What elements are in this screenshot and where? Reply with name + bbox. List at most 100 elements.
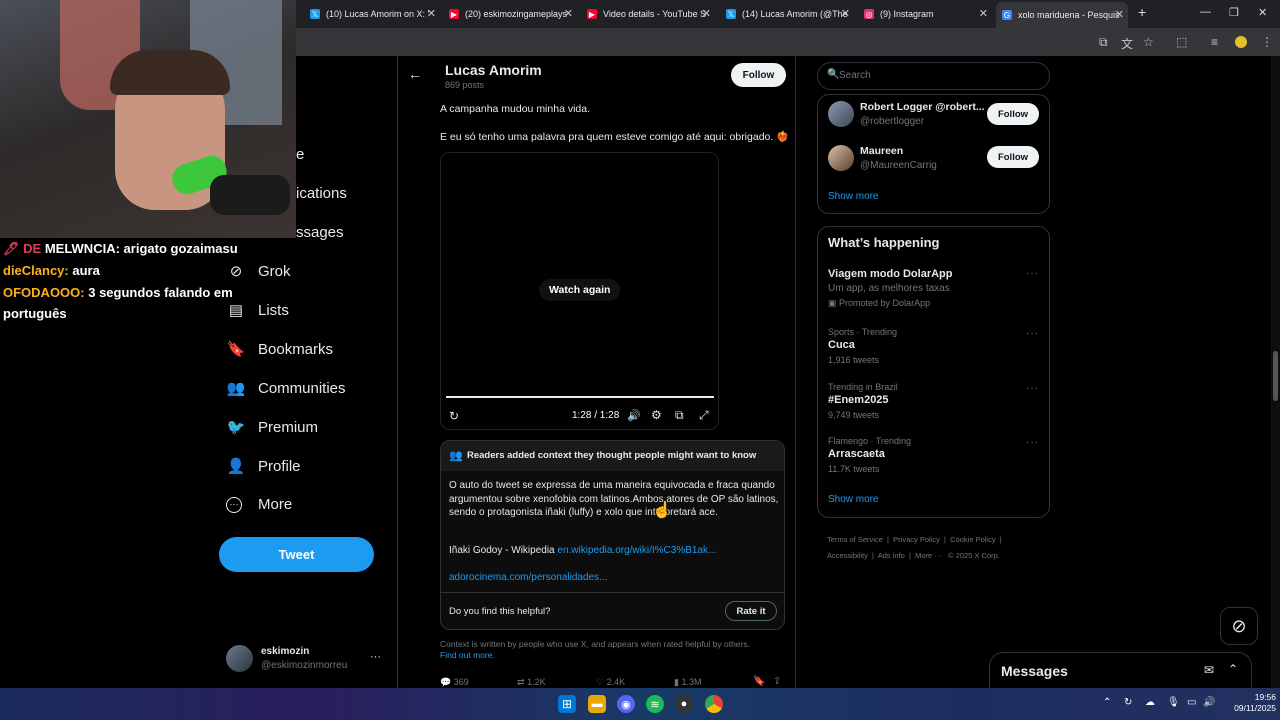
show-more-link[interactable]: Show more <box>828 191 879 202</box>
source-link-2[interactable]: adorocinema.com/personalidades... <box>449 572 607 583</box>
file-explorer-icon[interactable]: ▬ <box>588 695 606 713</box>
browser-tab-5[interactable]: ◎ (9) Instagram ✕ <box>864 4 988 24</box>
translate-icon[interactable]: 文 <box>1121 35 1133 52</box>
nav-item-more[interactable]: ⋯ More <box>226 496 292 513</box>
settings-gear-icon[interactable]: ⚙ <box>651 408 662 422</box>
nav-item-grok[interactable]: ⊘ Grok <box>226 262 291 281</box>
nav-item-communities[interactable]: 👥 Communities <box>226 379 346 398</box>
tray-overflow-icon[interactable]: ⌃ <box>1103 697 1111 708</box>
star-icon[interactable]: ☆ <box>1143 35 1154 49</box>
browser-tab-6-active[interactable]: G xolo mariduena - Pesquis ✕ <box>996 2 1128 28</box>
source-link[interactable]: en.wikipedia.org/wiki/I%C3%B1ak... <box>557 545 716 556</box>
nav-item-home-partial[interactable]: e <box>296 146 304 163</box>
footer-link[interactable]: Terms of Service <box>827 535 883 544</box>
windows-start-icon[interactable]: ⊞ <box>558 695 576 713</box>
expand-icon[interactable]: ⌃ <box>1228 662 1238 676</box>
trend-title[interactable]: Arrascaeta <box>828 448 885 460</box>
bookmark-icon[interactable]: 🔖 <box>753 676 765 687</box>
trend-more-icon[interactable]: ··· <box>1026 437 1039 448</box>
trend-more-icon[interactable]: ··· <box>1026 268 1039 279</box>
watch-again-button[interactable]: Watch again <box>539 279 621 301</box>
like-action[interactable]: ♡ 2.4K <box>596 677 625 688</box>
new-message-icon[interactable]: ✉ <box>1204 663 1214 677</box>
nav-item-messages-partial[interactable]: ssages <box>296 224 344 241</box>
trend-title[interactable]: #Enem2025 <box>828 394 889 406</box>
new-tab-icon[interactable]: + <box>1138 4 1146 20</box>
follow-button[interactable]: Follow <box>987 103 1039 125</box>
cloud-icon[interactable]: ☁ <box>1145 697 1155 708</box>
volume-icon[interactable]: 🔊 <box>627 409 641 422</box>
trend-title[interactable]: Cuca <box>828 339 855 351</box>
suggestion-name[interactable]: Maureen <box>860 145 903 157</box>
follow-button[interactable]: Follow <box>987 146 1039 168</box>
show-more-link[interactable]: Show more <box>828 494 879 505</box>
browser-tab-3[interactable]: ▶ Video details - YouTube S ✕ <box>587 4 711 24</box>
find-out-more-link[interactable]: Find out more. <box>440 650 495 660</box>
nav-item-profile[interactable]: 👤 Profile <box>226 457 301 476</box>
close-tab-icon[interactable]: ✕ <box>1115 8 1124 21</box>
account-name[interactable]: eskimozin <box>261 646 309 657</box>
search-input[interactable]: 🔍 Search <box>817 62 1050 90</box>
browser-tab-2[interactable]: ▶ (20) eskimozingameplays ✕ <box>449 4 573 24</box>
clock[interactable]: 19:56 09/11/2025 <box>1224 692 1276 714</box>
scrollbar[interactable] <box>1271 56 1280 688</box>
close-tab-icon[interactable]: ✕ <box>979 7 988 20</box>
trend-title[interactable]: Viagem modo DolarApp <box>828 268 952 280</box>
footer-link[interactable]: Ads info <box>878 551 905 560</box>
share-icon[interactable]: ⇪ <box>773 676 781 687</box>
footer-link[interactable]: More ··· <box>915 551 942 560</box>
fullscreen-icon[interactable]: ⤢ <box>699 408 709 423</box>
spotify-icon[interactable]: ≋ <box>646 695 664 713</box>
footer-link[interactable]: Accessibility <box>827 551 868 560</box>
messages-drawer[interactable]: Messages ✉ ⌃ <box>989 652 1252 692</box>
chrome-icon[interactable] <box>705 695 723 713</box>
network-icon[interactable]: ▭ <box>1187 697 1196 708</box>
tweet-button[interactable]: Tweet <box>219 537 374 572</box>
footer-link[interactable]: Privacy Policy <box>893 535 940 544</box>
avatar[interactable] <box>226 645 253 672</box>
nav-item-notifications-partial[interactable]: ications <box>296 185 347 202</box>
avatar[interactable] <box>828 101 854 127</box>
video-progress-track[interactable] <box>446 396 714 398</box>
close-tab-icon[interactable]: ✕ <box>427 7 436 20</box>
grok-icon[interactable]: ⊘ <box>1220 607 1258 645</box>
nav-item-premium[interactable]: 🐦 Premium <box>226 418 318 437</box>
replay-icon[interactable]: ↻ <box>449 409 459 423</box>
reply-action[interactable]: 💬 369 <box>440 677 469 688</box>
footer-link[interactable]: Cookie Policy <box>950 535 995 544</box>
browser-tab-1[interactable]: 𝕏 (10) Lucas Amorim on X: ' ✕ <box>310 4 436 24</box>
back-arrow-icon[interactable]: ← <box>408 66 422 82</box>
browser-tab-4[interactable]: 𝕏 (14) Lucas Amorim (@The ✕ <box>726 4 850 24</box>
minimize-icon[interactable]: — <box>1200 6 1211 18</box>
restore-icon[interactable]: ❐ <box>1229 6 1239 19</box>
follow-button[interactable]: Follow <box>731 63 786 87</box>
views-action[interactable]: ▮ 1.3M <box>674 677 701 688</box>
rate-it-button[interactable]: Rate it <box>725 601 777 621</box>
pip-icon[interactable]: ⧉ <box>675 408 684 423</box>
volume-icon[interactable]: 🔊 <box>1203 697 1215 708</box>
nav-item-bookmarks[interactable]: 🔖 Bookmarks <box>226 340 333 359</box>
trend-more-icon[interactable]: ··· <box>1026 383 1039 394</box>
close-tab-icon[interactable]: ✕ <box>564 7 573 20</box>
profile-avatar-icon[interactable] <box>1235 36 1247 48</box>
avatar[interactable] <box>828 145 854 171</box>
video-player[interactable]: Watch again ↻ 1:28 / 1:28 🔊 ⚙ ⧉ ⤢ <box>440 152 719 430</box>
cast-icon[interactable]: ⧉ <box>1099 35 1108 50</box>
suggestion-name[interactable]: Robert Logger @robert... <box>860 101 985 113</box>
scrollbar-thumb[interactable] <box>1273 351 1278 401</box>
tray-app-icon[interactable]: ↻ <box>1124 697 1132 708</box>
browser-menu-icon[interactable]: ⋮ <box>1261 35 1273 49</box>
mic-icon[interactable]: 🎙 <box>1167 697 1180 708</box>
retweet-action[interactable]: ⇄ 1.2K <box>517 677 546 688</box>
media-icon[interactable]: ≡ <box>1211 35 1218 49</box>
close-tab-icon[interactable]: ✕ <box>702 7 711 20</box>
nav-item-lists[interactable]: ▤ Lists <box>226 301 289 320</box>
account-handle[interactable]: @eskimozinmorreu <box>261 660 347 671</box>
trend-more-icon[interactable]: ··· <box>1026 328 1039 339</box>
close-tab-icon[interactable]: ✕ <box>841 7 850 20</box>
extensions-icon[interactable]: ⬚ <box>1176 35 1187 49</box>
account-more-icon[interactable]: ··· <box>370 651 381 663</box>
discord-icon[interactable]: ◉ <box>617 695 635 713</box>
obs-icon[interactable]: ● <box>675 695 693 713</box>
close-window-icon[interactable]: ✕ <box>1258 6 1267 19</box>
